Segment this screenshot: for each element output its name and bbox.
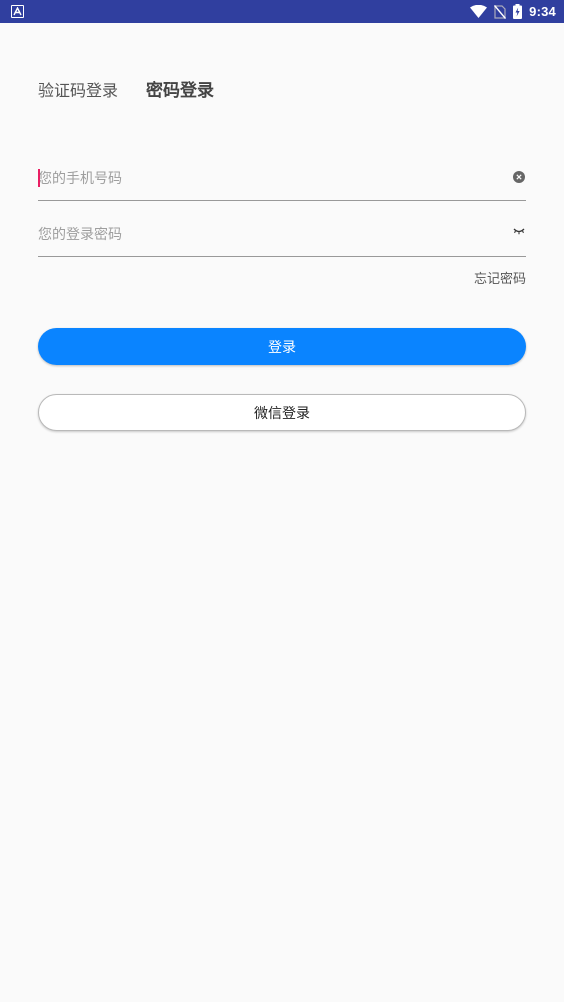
- phone-field: [38, 160, 526, 201]
- tab-sms-login[interactable]: 验证码登录: [38, 77, 118, 101]
- password-field: [38, 216, 526, 257]
- status-bar: 9:34: [0, 0, 564, 23]
- eye-closed-icon[interactable]: [513, 226, 525, 236]
- wechat-login-button[interactable]: 微信登录: [38, 394, 526, 431]
- login-button[interactable]: 登录: [38, 328, 526, 365]
- text-caret: [38, 169, 40, 187]
- phone-input[interactable]: [38, 160, 498, 198]
- tab-password-login[interactable]: 密码登录: [146, 76, 214, 101]
- no-sim-icon: [494, 4, 507, 19]
- app-notification-icon: [11, 5, 24, 18]
- clear-icon[interactable]: [513, 171, 525, 183]
- battery-charging-icon: [513, 4, 523, 19]
- forgot-password-link[interactable]: 忘记密码: [474, 268, 526, 287]
- status-time: 9:34: [529, 4, 556, 19]
- status-icons: 9:34: [463, 3, 556, 20]
- wifi-icon: [470, 5, 488, 18]
- password-input[interactable]: [38, 216, 498, 254]
- login-mode-tabs: 验证码登录 密码登录: [38, 76, 214, 102]
